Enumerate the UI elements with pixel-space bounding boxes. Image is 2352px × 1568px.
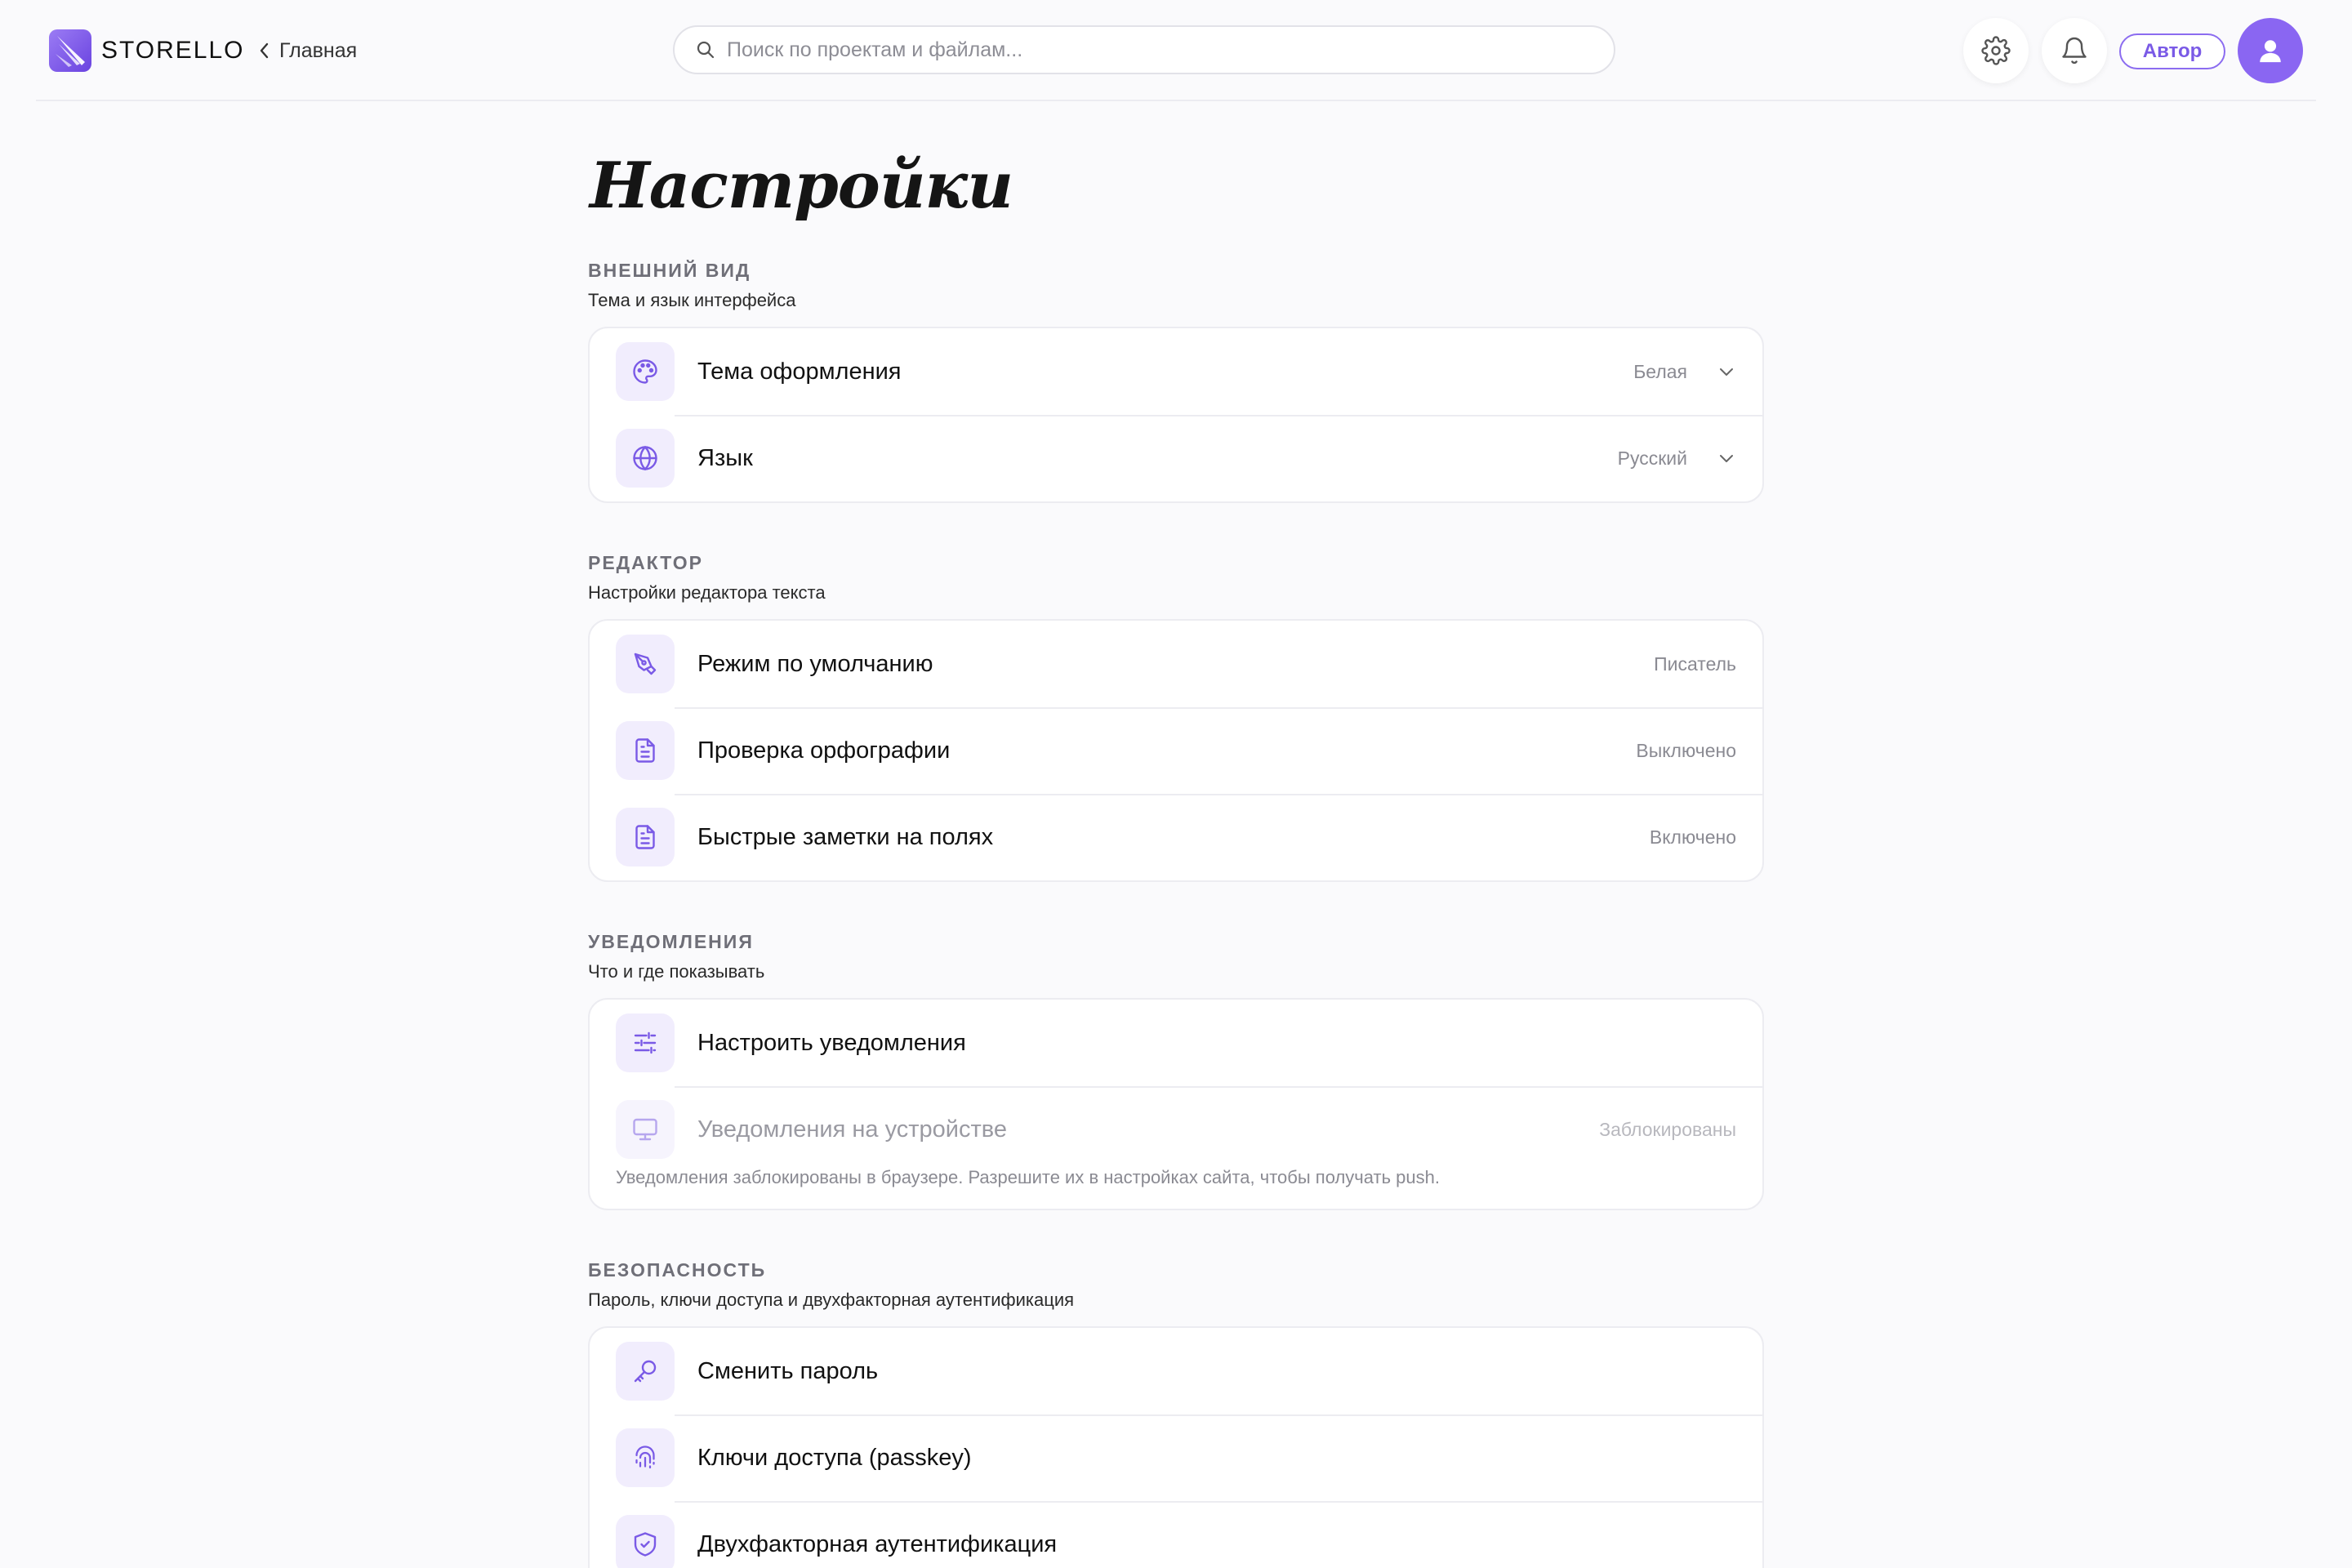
- row-label: Язык: [697, 445, 753, 471]
- settings-card: Режим по умолчанию Писатель Проверка орф…: [588, 619, 1764, 882]
- row-label: Ключи доступа (passkey): [697, 1445, 972, 1471]
- row-label: Настроить уведомления: [697, 1030, 966, 1056]
- section-subtitle: Что и где показывать: [588, 961, 765, 982]
- section-title: УВЕДОМЛЕНИЯ: [588, 931, 754, 952]
- chevron-down-icon: [1720, 455, 1733, 462]
- row-value: Белая: [1633, 361, 1687, 382]
- sliders-icon: [616, 1013, 675, 1072]
- key-icon: [616, 1342, 675, 1401]
- monitor-icon: [616, 1100, 675, 1159]
- section-subtitle: Пароль, ключи доступа и двухфакторная ау…: [588, 1290, 1075, 1310]
- row-spellcheck[interactable]: Проверка орфографии Выключено: [590, 707, 1762, 794]
- row-passkeys[interactable]: Ключи доступа (passkey): [590, 1414, 1762, 1501]
- user-icon: [2260, 40, 2281, 63]
- row-label: Режим по умолчанию: [697, 651, 933, 677]
- section-title: РЕДАКТОР: [588, 552, 703, 573]
- search-icon: [697, 41, 715, 59]
- settings-card: Настроить уведомления Уведомления на уст…: [588, 998, 1764, 1210]
- section-notifications: УВЕДОМЛЕНИЯ Что и где показывать Настрои…: [588, 929, 1764, 1210]
- row-label: Сменить пароль: [697, 1358, 879, 1384]
- section-subtitle: Настройки редактора текста: [588, 582, 826, 603]
- gear-icon: [1981, 36, 2011, 65]
- top-bar: STORELLO Главная Автор: [36, 0, 2316, 101]
- user-avatar[interactable]: [2238, 18, 2303, 83]
- pen-tool-icon: [616, 635, 675, 693]
- section-title: ВНЕШНИЙ ВИД: [588, 260, 751, 281]
- row-two-factor[interactable]: Двухфакторная аутентификация: [590, 1501, 1762, 1568]
- back-home-label: Главная: [279, 38, 358, 62]
- row-label: Тема оформления: [697, 359, 902, 385]
- bell-icon: [2062, 37, 2087, 65]
- globe-icon: [616, 429, 675, 488]
- row-language[interactable]: Язык Русский: [590, 415, 1762, 501]
- row-theme[interactable]: Тема оформления Белая: [590, 328, 1762, 415]
- author-role-button[interactable]: Автор: [2119, 33, 2225, 69]
- row-value: Заблокированы: [1599, 1119, 1736, 1140]
- row-change-password[interactable]: Сменить пароль: [590, 1328, 1762, 1414]
- section-subtitle: Тема и язык интерфейса: [588, 290, 796, 310]
- row-label: Уведомления на устройстве: [697, 1116, 1007, 1143]
- page-title: Настройки: [590, 149, 1013, 223]
- palette-icon: [616, 342, 675, 401]
- search-bar[interactable]: [673, 25, 1615, 74]
- row-device-notifications: Уведомления на устройстве Заблокированы: [590, 1086, 1762, 1173]
- row-label: Двухфакторная аутентификация: [697, 1531, 1058, 1557]
- storello-logo[interactable]: [49, 29, 91, 72]
- section-security: БЕЗОПАСНОСТЬ Пароль, ключи доступа и дву…: [588, 1258, 1764, 1568]
- back-home-link[interactable]: Главная: [258, 36, 357, 65]
- notifications-button[interactable]: [2042, 18, 2107, 83]
- fingerprint-icon: [616, 1428, 675, 1487]
- row-label: Проверка орфографии: [697, 737, 951, 764]
- row-value: Выключено: [1636, 740, 1736, 761]
- row-margin-notes[interactable]: Быстрые заметки на полях Включено: [590, 794, 1762, 880]
- section-title: БЕЗОПАСНОСТЬ: [588, 1259, 767, 1281]
- settings-card: Сменить пароль Ключи доступа (passkey) Д…: [588, 1326, 1764, 1568]
- document-icon: [616, 721, 675, 780]
- section-appearance: ВНЕШНИЙ ВИД Тема и язык интерфейса Тема …: [588, 258, 1764, 503]
- shield-check-icon: [616, 1515, 675, 1568]
- row-default-mode[interactable]: Режим по умолчанию Писатель: [590, 621, 1762, 707]
- settings-button[interactable]: [1963, 18, 2029, 83]
- chevron-down-icon: [1720, 368, 1733, 376]
- search-input[interactable]: [727, 38, 1584, 62]
- row-configure-notifications[interactable]: Настроить уведомления: [590, 1000, 1762, 1086]
- settings-card: Тема оформления Белая Язык Русский: [588, 327, 1764, 503]
- row-label: Быстрые заметки на полях: [697, 824, 994, 850]
- row-value: Русский: [1617, 448, 1687, 469]
- chevron-left-icon: [260, 42, 269, 59]
- row-value: Писатель: [1654, 653, 1736, 675]
- brand-name: STORELLO: [101, 37, 245, 64]
- document-icon: [616, 808, 675, 866]
- section-editor: РЕДАКТОР Настройки редактора текста Режи…: [588, 550, 1764, 882]
- row-value: Включено: [1649, 826, 1736, 848]
